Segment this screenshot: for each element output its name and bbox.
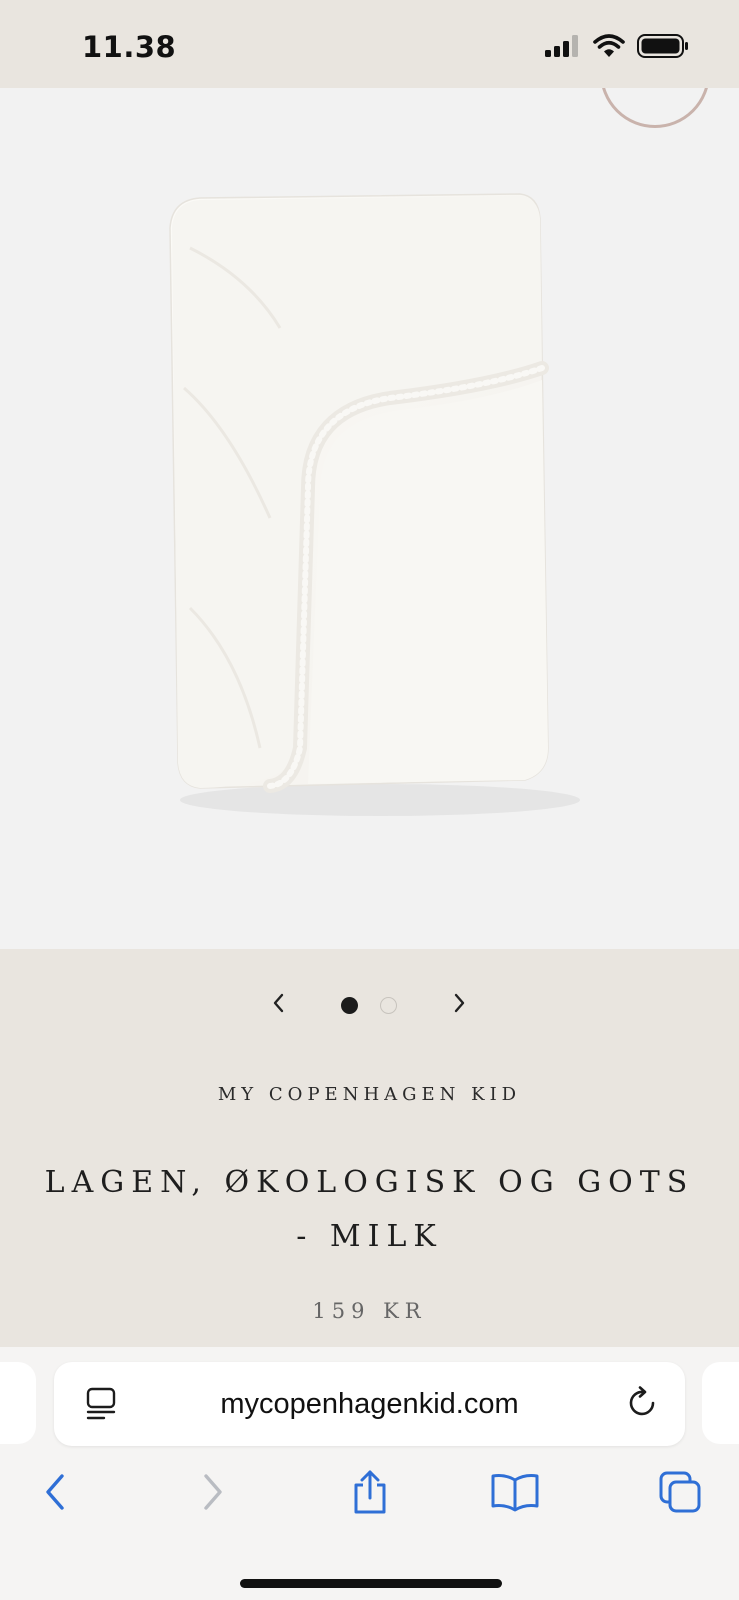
tabs-icon bbox=[659, 1471, 701, 1513]
browser-chrome: mycopenhagenkid.com bbox=[0, 1347, 739, 1600]
back-icon bbox=[46, 1474, 64, 1510]
status-time: 11.38 bbox=[82, 30, 177, 64]
image-carousel-controls bbox=[0, 989, 739, 1017]
product-title-line-1: LAGEN, ØKOLOGISK OG GOTS bbox=[44, 1165, 695, 1200]
carousel-prev-button[interactable] bbox=[264, 989, 292, 1017]
url-text[interactable]: mycopenhagenkid.com bbox=[134, 1388, 605, 1421]
status-icons bbox=[545, 34, 689, 63]
chevron-left-icon bbox=[273, 993, 284, 1013]
back-button[interactable] bbox=[30, 1467, 80, 1517]
status-bar: 11.38 bbox=[0, 0, 739, 88]
forward-icon bbox=[204, 1474, 222, 1510]
next-tab-peek[interactable] bbox=[702, 1362, 739, 1444]
bookmarks-icon bbox=[491, 1474, 539, 1512]
bookmarks-button[interactable] bbox=[490, 1467, 540, 1517]
share-icon bbox=[354, 1470, 386, 1514]
carousel-dot-1[interactable] bbox=[341, 997, 358, 1014]
reader-mode-icon[interactable] bbox=[86, 1387, 116, 1426]
browser-toolbar bbox=[0, 1467, 739, 1527]
badge-ring bbox=[600, 88, 710, 128]
product-image-area[interactable] bbox=[0, 88, 739, 949]
product-price: 159 KR bbox=[312, 1299, 427, 1323]
product-brand[interactable]: MY COPENHAGEN KID bbox=[0, 1084, 739, 1105]
tabs-button[interactable] bbox=[655, 1467, 705, 1517]
reload-icon[interactable] bbox=[627, 1386, 659, 1425]
chevron-right-icon bbox=[454, 993, 465, 1013]
address-bar[interactable]: mycopenhagenkid.com bbox=[54, 1362, 685, 1446]
home-indicator bbox=[240, 1579, 502, 1588]
product-title-line-2: - MILK bbox=[296, 1219, 443, 1254]
forward-button[interactable] bbox=[188, 1467, 238, 1517]
battery-icon bbox=[637, 34, 689, 63]
carousel-next-button[interactable] bbox=[446, 989, 474, 1017]
previous-tab-peek[interactable] bbox=[0, 1362, 36, 1444]
share-button[interactable] bbox=[345, 1467, 395, 1517]
product-info: MY COPENHAGEN KID LAGEN, ØKOLOGISK OG GO… bbox=[0, 949, 739, 1347]
wifi-icon bbox=[593, 34, 625, 63]
cellular-signal-icon bbox=[545, 35, 581, 62]
product-image-fitted-sheet bbox=[169, 193, 580, 816]
product-title: LAGEN, ØKOLOGISK OG GOTS - MILK bbox=[40, 1156, 699, 1264]
carousel-dot-2[interactable] bbox=[380, 997, 397, 1014]
